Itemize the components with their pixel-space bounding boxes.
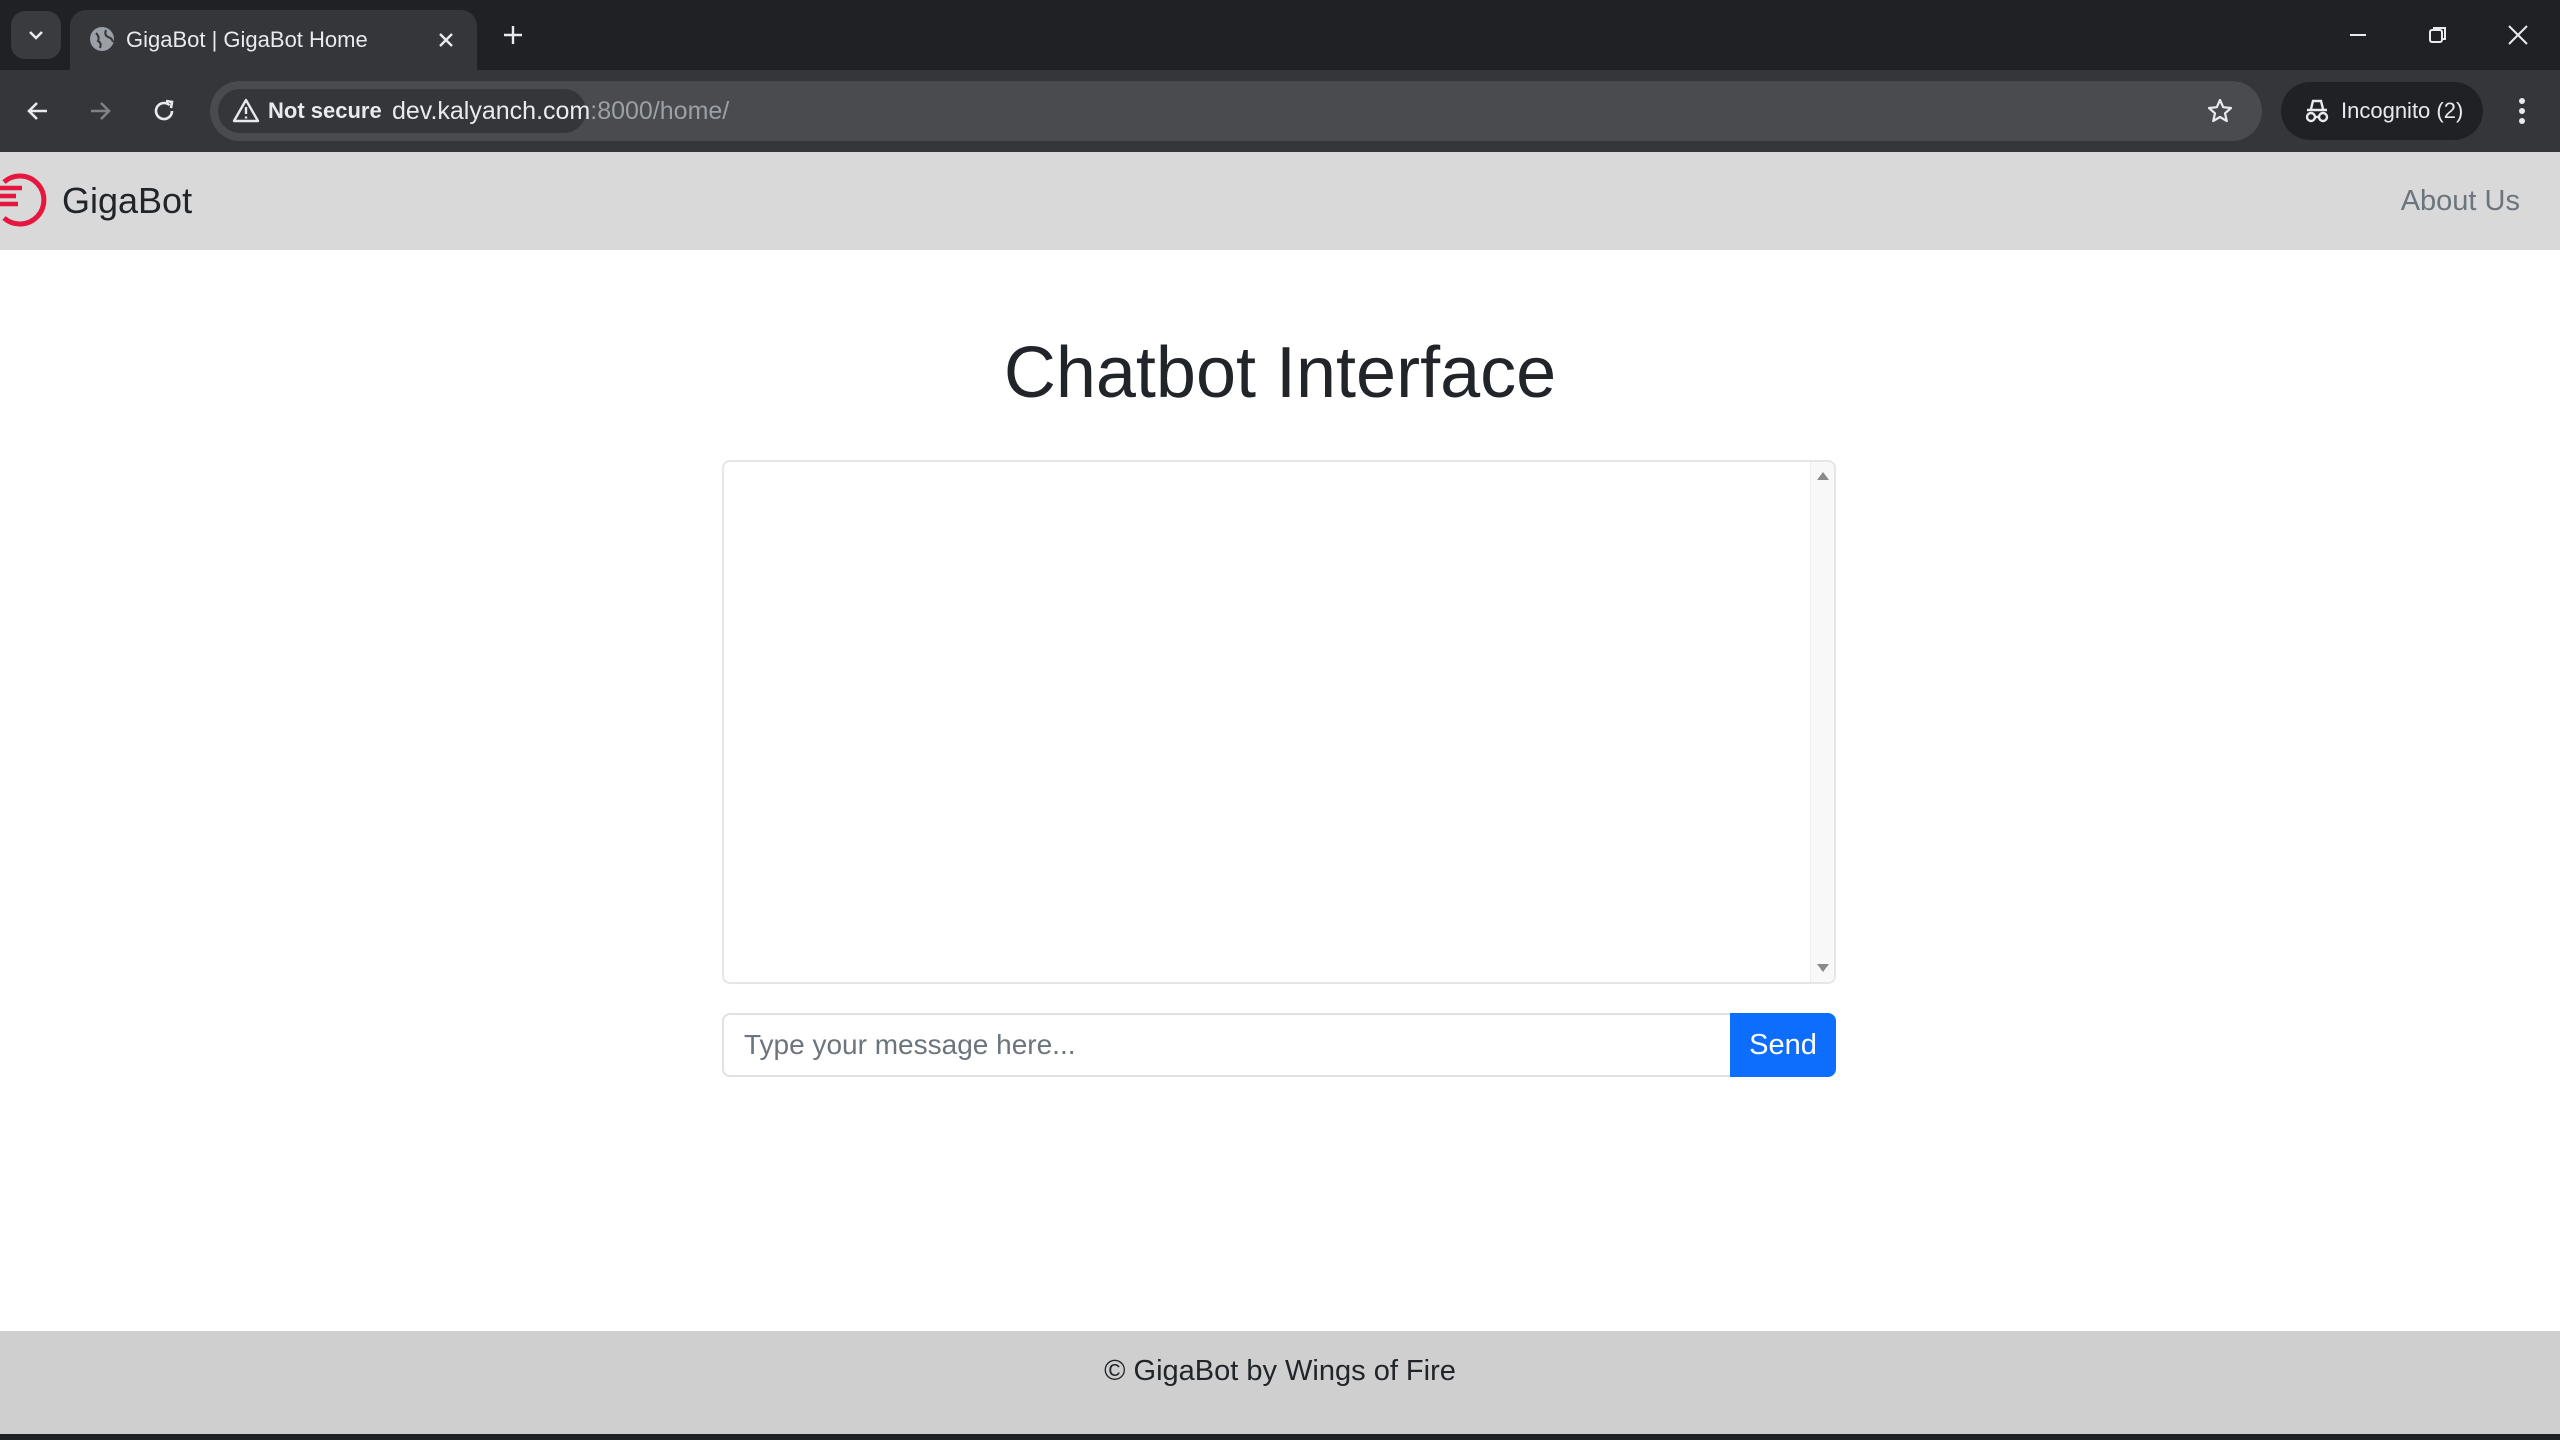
page-title: Chatbot Interface bbox=[1003, 333, 1557, 413]
chat-scrollbar[interactable] bbox=[1810, 462, 1834, 982]
scroll-up-button[interactable] bbox=[1815, 468, 1831, 484]
restore-icon bbox=[2429, 27, 2446, 43]
browser-menu-button[interactable] bbox=[2500, 87, 2544, 135]
security-status-label: Not secure bbox=[268, 98, 382, 123]
message-input[interactable] bbox=[722, 1013, 1732, 1077]
arrow-right-icon bbox=[91, 102, 111, 120]
incognito-indicator[interactable]: Incognito (2) bbox=[2281, 82, 2483, 140]
kebab-menu-icon bbox=[2519, 98, 2525, 124]
tab-close-button[interactable] bbox=[430, 24, 462, 56]
tab-title: GigaBot | GigaBot Home bbox=[126, 27, 368, 52]
active-tab[interactable]: GigaBot | GigaBot Home bbox=[70, 10, 477, 70]
close-window-button[interactable] bbox=[2488, 10, 2548, 60]
incognito-icon bbox=[2305, 99, 2329, 123]
footer-text: © GigaBot by Wings of Fire bbox=[1104, 1355, 1456, 1387]
site-footer: © GigaBot by Wings of Fire bbox=[0, 1331, 2560, 1434]
new-tab-button[interactable] bbox=[494, 16, 532, 54]
tab-search-button[interactable] bbox=[11, 11, 61, 59]
forward-button[interactable] bbox=[76, 87, 124, 135]
browser-tab-strip: GigaBot | GigaBot Home bbox=[0, 0, 2560, 70]
close-icon bbox=[2508, 25, 2528, 45]
gigabot-logo-icon[interactable] bbox=[0, 172, 56, 228]
warning-icon bbox=[232, 98, 260, 123]
about-us-link[interactable]: About Us bbox=[2401, 176, 2520, 226]
arrow-left-icon bbox=[27, 102, 47, 120]
url-path: :8000/home/ bbox=[590, 97, 730, 125]
address-bar[interactable]: Not secure dev.kalyanch.com:8000/home/ bbox=[210, 81, 2262, 141]
url-text: dev.kalyanch.com:8000/home/ bbox=[392, 95, 729, 127]
reload-button[interactable] bbox=[140, 87, 188, 135]
url-host: dev.kalyanch.com bbox=[392, 97, 591, 125]
close-icon bbox=[439, 33, 453, 47]
send-button[interactable]: Send bbox=[1730, 1013, 1836, 1077]
restore-button[interactable] bbox=[2408, 10, 2468, 60]
star-icon bbox=[2207, 98, 2233, 123]
incognito-label: Incognito (2) bbox=[2341, 98, 2464, 123]
triangle-up-icon bbox=[1817, 472, 1829, 480]
chevron-down-icon bbox=[29, 31, 43, 40]
browser-toolbar: Not secure dev.kalyanch.com:8000/home/ I… bbox=[0, 70, 2560, 152]
site-navbar: GigaBot About Us bbox=[0, 152, 2560, 250]
minimize-button[interactable] bbox=[2328, 10, 2388, 60]
scroll-down-button[interactable] bbox=[1815, 960, 1831, 976]
brand-name[interactable]: GigaBot bbox=[62, 176, 192, 226]
minimize-icon bbox=[2350, 34, 2366, 36]
triangle-down-icon bbox=[1817, 964, 1829, 972]
chat-messages-area[interactable] bbox=[722, 460, 1836, 984]
plus-icon bbox=[504, 26, 522, 44]
reload-icon bbox=[154, 99, 174, 121]
globe-icon bbox=[90, 27, 114, 51]
window-bottom-edge bbox=[0, 1434, 2560, 1440]
back-button[interactable] bbox=[14, 87, 62, 135]
bookmark-button[interactable] bbox=[2200, 91, 2240, 131]
